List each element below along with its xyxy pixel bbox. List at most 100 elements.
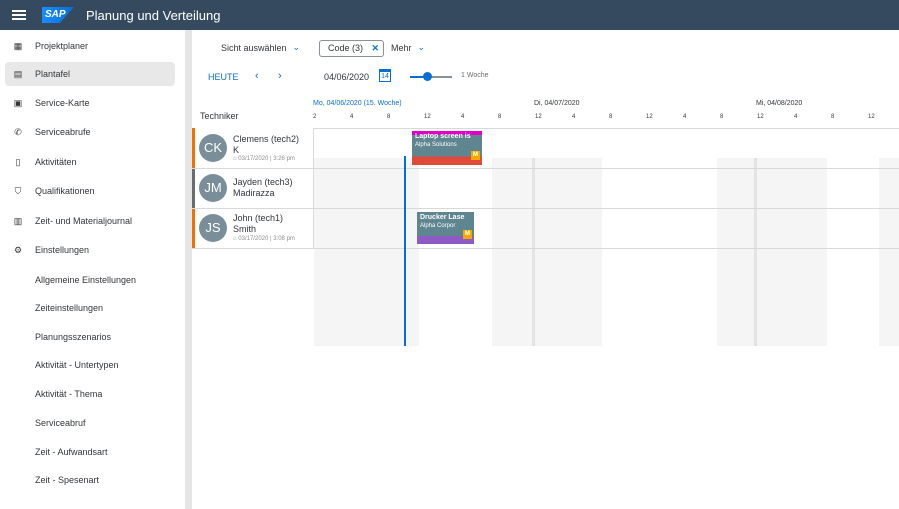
- sidebar-item-label: Service-Karte: [35, 98, 90, 108]
- sidebar-item-qualifikationen[interactable]: ⛉ Qualifikationen: [5, 179, 175, 203]
- technician-name: Jayden (tech3) Madirazza: [233, 177, 293, 199]
- more-label: Mehr: [391, 42, 412, 53]
- technician-updated: ⌂ 03/17/2020 | 3:26 pm: [233, 156, 295, 162]
- next-icon[interactable]: ›: [278, 70, 282, 82]
- sidebar-item-aktivitaeten[interactable]: ▯ Aktivitäten: [5, 150, 175, 174]
- technician-updated: ⌂ 03/17/2020 | 3:08 pm: [233, 236, 295, 242]
- activity-clipboard-icon: ▯: [15, 156, 21, 167]
- sidebar-item-label: Zeit- und Materialjournal: [35, 216, 133, 226]
- sidebar-item-projektplaner[interactable]: ▦ Projektplaner: [5, 34, 175, 58]
- appointment-card[interactable]: Laptop screen is Alpha Solutions M: [412, 131, 482, 165]
- map-icon: ▣: [13, 97, 23, 108]
- sidebar-item-label: Projektplaner: [35, 41, 89, 51]
- technician-row[interactable]: JM Jayden (tech3) Madirazza: [192, 169, 314, 208]
- time-tick: 12: [757, 114, 764, 120]
- sidebar-subitem[interactable]: Zeit - Aufwandsart: [35, 447, 108, 457]
- planning-board: Techniker Mo, 04/06/2020 (15. Woche) Di,…: [192, 98, 899, 346]
- sidebar-item-label: Serviceabrufe: [35, 127, 91, 137]
- sidebar-subitem[interactable]: Aktivität - Untertypen: [35, 360, 119, 370]
- avatar: JS: [199, 214, 227, 242]
- appointment-customer: Alpha Solutions: [415, 142, 457, 148]
- sidebar-item-zeit-materialjournal[interactable]: ▥ Zeit- und Materialjournal: [5, 209, 175, 233]
- technician-marker: [192, 209, 195, 248]
- time-tick: 8: [498, 114, 502, 120]
- journal-icon: ▥: [13, 215, 23, 226]
- technician-marker: [192, 169, 195, 208]
- sap-logo: SAP: [42, 7, 74, 23]
- appointment-card[interactable]: Drucker Lase Alpha Corpor M: [417, 212, 474, 244]
- sidebar-item-label: Einstellungen: [35, 245, 90, 255]
- date-field[interactable]: 04/06/2020: [324, 72, 369, 82]
- time-tick: 12: [868, 114, 875, 120]
- technician-last-name: K: [233, 145, 240, 155]
- time-tick: 2: [313, 114, 317, 120]
- avatar: CK: [199, 134, 227, 162]
- code-filter-chip[interactable]: Code (3) ✕: [319, 40, 385, 57]
- technician-header: Techniker: [200, 111, 239, 121]
- technician-first-name: Clemens (tech2): [233, 134, 300, 144]
- technician-marker: [192, 128, 195, 168]
- time-tick: 4: [461, 114, 465, 120]
- calendar-icon[interactable]: 14: [379, 69, 391, 82]
- off-hours-band: [879, 158, 899, 346]
- time-tick: 4: [572, 114, 576, 120]
- off-hours-band: [717, 158, 827, 346]
- updated-text: 03/17/2020 | 3:26 pm: [238, 156, 295, 162]
- time-tick: 8: [609, 114, 613, 120]
- app-title: Planung und Verteilung: [86, 7, 221, 23]
- sidebar-item-service-karte[interactable]: ▣ Service-Karte: [5, 91, 175, 115]
- menu-icon[interactable]: [12, 10, 26, 20]
- planning-board-icon: ▤: [13, 68, 23, 79]
- day-separator: [754, 158, 757, 346]
- technician-row[interactable]: CK Clemens (tech2) K ⌂ 03/17/2020 | 3:26 …: [192, 128, 314, 168]
- appointment-badge: M: [463, 230, 472, 239]
- more-filter[interactable]: Mehr ⌄: [391, 42, 425, 53]
- code-chip-label: Code (3): [328, 43, 364, 53]
- sidebar-subitem[interactable]: Allgemeine Einstellungen: [35, 275, 136, 285]
- day-separator: [532, 158, 535, 346]
- sidebar: ▦ Projektplaner ▤ Plantafel ▣ Service-Karte…: [0, 30, 186, 509]
- sidebar-item-label: Plantafel: [35, 69, 71, 79]
- today-button[interactable]: HEUTE: [208, 72, 239, 82]
- previous-icon[interactable]: ‹: [255, 70, 259, 82]
- time-tick: 4: [794, 114, 798, 120]
- chevron-down-icon: ⌄: [292, 42, 301, 52]
- appointment-title: Drucker Lase: [420, 214, 465, 221]
- day-header: Di, 04/07/2020: [534, 100, 580, 107]
- technician-first-name: John (tech1): [233, 213, 284, 223]
- time-tick: 8: [387, 114, 391, 120]
- row-separator: [192, 248, 899, 249]
- sidebar-item-plantafel[interactable]: ▤ Plantafel: [5, 62, 175, 86]
- sidebar-subitem[interactable]: Planungsszenarios: [35, 332, 111, 342]
- zoom-slider[interactable]: [410, 72, 452, 81]
- appointment-customer: Alpha Corpor: [420, 223, 456, 229]
- time-tick: 8: [720, 114, 724, 120]
- sidebar-item-label: Aktivitäten: [35, 157, 77, 167]
- close-icon[interactable]: ✕: [371, 41, 379, 56]
- time-tick: 4: [683, 114, 687, 120]
- shell-bar: SAP Planung und Verteilung: [0, 0, 899, 30]
- gear-icon: ⚙: [13, 244, 23, 255]
- sidebar-subitem[interactable]: Serviceabruf: [35, 418, 86, 428]
- technician-last-name: Madirazza: [233, 188, 275, 198]
- project-planner-icon: ▦: [13, 40, 23, 51]
- sidebar-subitem[interactable]: Aktivität - Thema: [35, 389, 102, 399]
- current-time-line: [404, 156, 406, 346]
- sidebar-subitem[interactable]: Zeiteinstellungen: [35, 303, 103, 313]
- technician-row[interactable]: JS John (tech1) Smith ⌂ 03/17/2020 | 3:08…: [192, 209, 314, 248]
- sidebar-subitem[interactable]: Zeit - Spesenart: [35, 475, 99, 485]
- sidebar-item-einstellungen[interactable]: ⚙ Einstellungen: [5, 238, 175, 262]
- time-tick: 12: [424, 114, 431, 120]
- technician-name: Clemens (tech2) K: [233, 134, 299, 156]
- sidebar-item-serviceabrufe[interactable]: ✆ Serviceabrufe: [5, 120, 175, 144]
- chevron-down-icon: ⌄: [417, 42, 426, 52]
- appointment-badge: M: [471, 151, 480, 160]
- badge-icon: ⛉: [14, 185, 22, 196]
- zoom-label: 1 Woche: [461, 72, 489, 79]
- view-select[interactable]: Sicht auswählen ⌄: [221, 42, 300, 53]
- avatar: JM: [199, 174, 227, 202]
- technician-last-name: Smith: [233, 224, 257, 234]
- zoom-slider-handle[interactable]: [422, 72, 432, 81]
- sidebar-item-label: Qualifikationen: [35, 186, 95, 196]
- phone-icon: ✆: [14, 126, 22, 137]
